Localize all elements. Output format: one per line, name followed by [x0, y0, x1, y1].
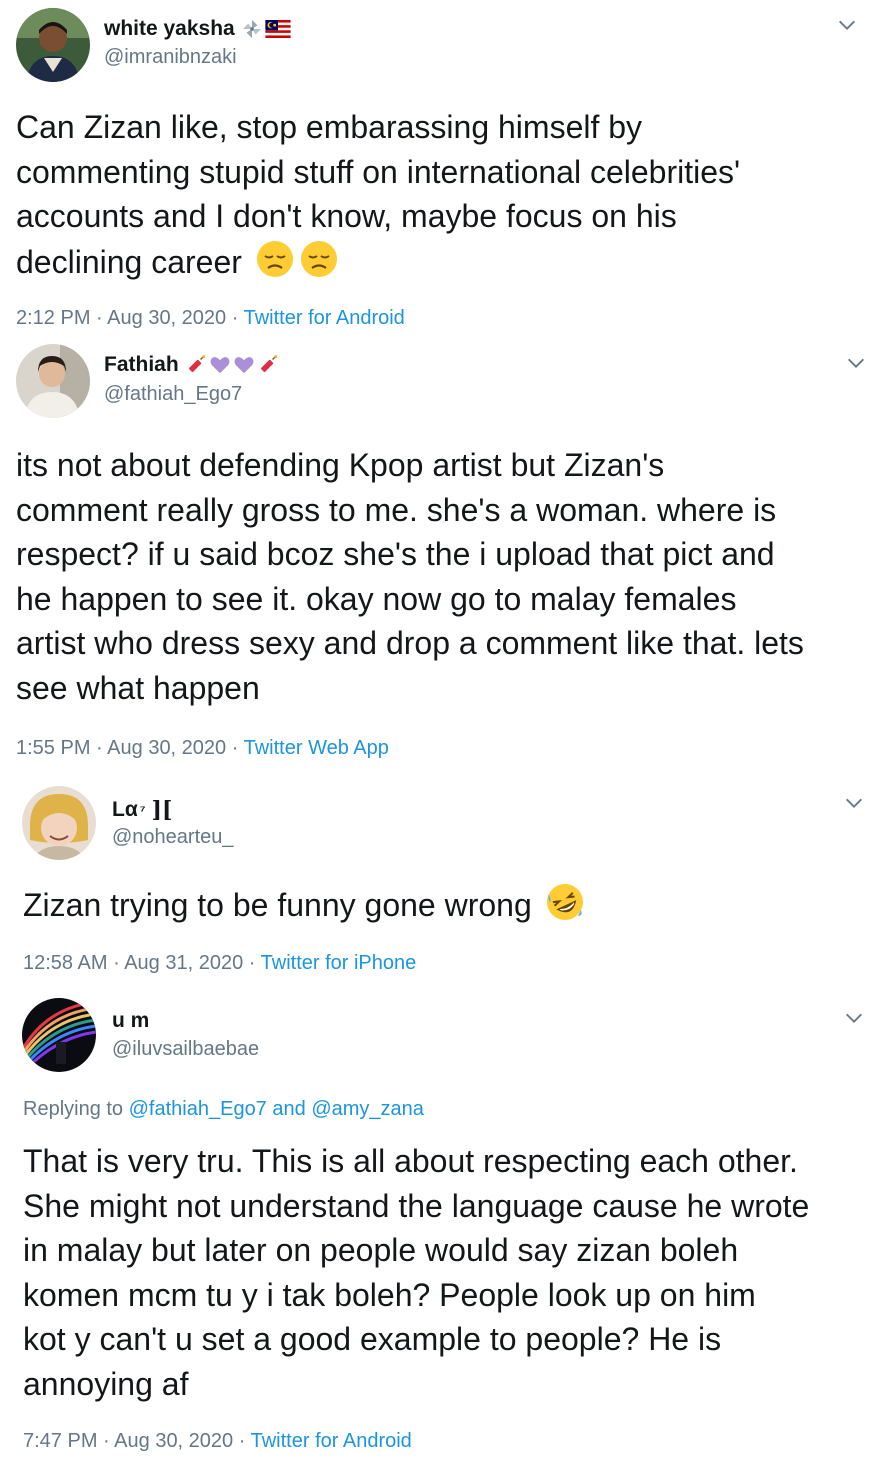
tweet-3[interactable]: Lα ⁷ ][ @nohearteu_ Zizan trying to be f…: [10, 770, 877, 990]
text-line: he happen to see it. okay now go to mala…: [16, 580, 737, 617]
tweet-meta: 12:58 AM · Aug 31, 2020 · Twitter for iP…: [23, 952, 416, 975]
tweet-time[interactable]: 2:12 PM: [16, 307, 90, 329]
text-line: She might not understand the language ca…: [23, 1187, 810, 1224]
separator: ·: [103, 1430, 110, 1452]
tweet-source-link[interactable]: Twitter Web App: [244, 737, 389, 759]
name-superscript: ⁷: [139, 802, 146, 818]
name-mark: ][: [151, 797, 173, 823]
text-line: That is very tru. This is all about resp…: [23, 1143, 798, 1179]
text-line: commenting stupid stuff on international…: [16, 153, 741, 190]
replying-joiner: and: [272, 1098, 306, 1120]
tweet-meta: 7:47 PM · Aug 30, 2020 · Twitter for And…: [23, 1430, 412, 1453]
separator: ·: [231, 737, 239, 759]
tweet-text: Can Zizan like, stop embarassing himself…: [16, 105, 740, 284]
tweet-date[interactable]: Aug 31, 2020: [124, 952, 243, 974]
separator: ·: [238, 1430, 246, 1452]
tweet-4[interactable]: u m @iluvsailbaebae Replying to @fathiah…: [10, 990, 877, 1476]
text-line: accounts and I don't know, maybe focus o…: [16, 198, 677, 235]
text-line: annoying af: [23, 1365, 189, 1402]
avatar[interactable]: [16, 8, 90, 82]
separator: ·: [96, 307, 103, 329]
tweet-date[interactable]: Aug 30, 2020: [107, 307, 226, 329]
tweet-1[interactable]: white yaksha @imranibnzaki Can Zizan lik…: [0, 0, 877, 340]
text-line: in malay but later on people would say z…: [23, 1232, 739, 1269]
replying-label: Replying to: [23, 1098, 124, 1120]
text-line: artist who dress sexy and drop a comment…: [16, 625, 804, 662]
tweet-2[interactable]: Fathiah @fathiah_Ego7 its not about defe…: [0, 340, 877, 770]
text-line: see what happen: [16, 669, 260, 706]
tweet-text: its not about defending Kpop artist but …: [16, 443, 804, 711]
display-name[interactable]: u m: [112, 1009, 149, 1033]
disappointed-face-icon: [299, 239, 339, 279]
handle[interactable]: @fathiah_Ego7: [104, 383, 242, 406]
display-name[interactable]: Fathiah: [104, 353, 179, 377]
separator: ·: [248, 952, 256, 974]
display-name[interactable]: Lα: [112, 798, 138, 822]
mention-link[interactable]: @fathiah_Ego7: [129, 1098, 267, 1120]
handle[interactable]: @iluvsailbaebae: [112, 1038, 259, 1061]
display-name[interactable]: white yaksha: [104, 17, 235, 41]
separator: ·: [113, 952, 120, 974]
separator: ·: [231, 307, 239, 329]
separator: ·: [96, 737, 103, 759]
avatar[interactable]: [22, 786, 96, 860]
pinwheel-icon: [241, 18, 263, 40]
mention-link[interactable]: @amy_zana: [311, 1098, 424, 1120]
text-line: comment really gross to me. she's a woma…: [16, 491, 777, 528]
tweet-date[interactable]: Aug 30, 2020: [107, 737, 226, 759]
handle[interactable]: @nohearteu_: [112, 826, 234, 849]
malaysia-flag-icon: [265, 20, 291, 38]
tweet-text: That is very tru. This is all about resp…: [23, 1139, 809, 1407]
rolling-laughing-face-icon: [545, 882, 585, 922]
purple-heart-icon: [209, 354, 231, 376]
firecracker-icon: [185, 354, 207, 376]
chevron-down-icon[interactable]: [836, 14, 858, 36]
chevron-down-icon[interactable]: [845, 352, 867, 374]
purple-heart-icon: [233, 354, 255, 376]
tweet-date[interactable]: Aug 30, 2020: [114, 1430, 233, 1452]
handle[interactable]: @imranibnzaki: [104, 46, 237, 69]
chevron-down-icon[interactable]: [843, 792, 865, 814]
tweet-time[interactable]: 12:58 AM: [23, 952, 108, 974]
tweet-meta: 1:55 PM · Aug 30, 2020 · Twitter Web App: [16, 737, 389, 760]
replying-to: Replying to @fathiah_Ego7 and @amy_zana: [23, 1098, 424, 1121]
firecracker-icon: [257, 354, 279, 376]
disappointed-face-icon: [255, 239, 295, 279]
tweet-meta: 2:12 PM · Aug 30, 2020 · Twitter for And…: [16, 307, 405, 330]
avatar[interactable]: [16, 344, 90, 418]
text-line: komen mcm tu y i tak boleh? People look …: [23, 1276, 756, 1313]
text-line: Can Zizan like, stop embarassing himself…: [16, 109, 643, 145]
avatar[interactable]: [22, 998, 96, 1072]
tweet-source-link[interactable]: Twitter for iPhone: [261, 952, 417, 974]
text-line: declining career: [16, 243, 242, 280]
tweet-time[interactable]: 7:47 PM: [23, 1430, 97, 1452]
tweet-time[interactable]: 1:55 PM: [16, 737, 90, 759]
tweet-text: Zizan trying to be funny gone wrong: [23, 882, 585, 928]
text-line: respect? if u said bcoz she's the i uplo…: [16, 536, 775, 573]
tweet-source-link[interactable]: Twitter for Android: [251, 1430, 412, 1452]
chevron-down-icon[interactable]: [843, 1007, 865, 1029]
text-line: kot y can't u set a good example to peop…: [23, 1321, 722, 1358]
text-line: Zizan trying to be funny gone wrong: [23, 887, 532, 923]
text-line: its not about defending Kpop artist but …: [16, 447, 665, 483]
tweet-source-link[interactable]: Twitter for Android: [244, 307, 405, 329]
